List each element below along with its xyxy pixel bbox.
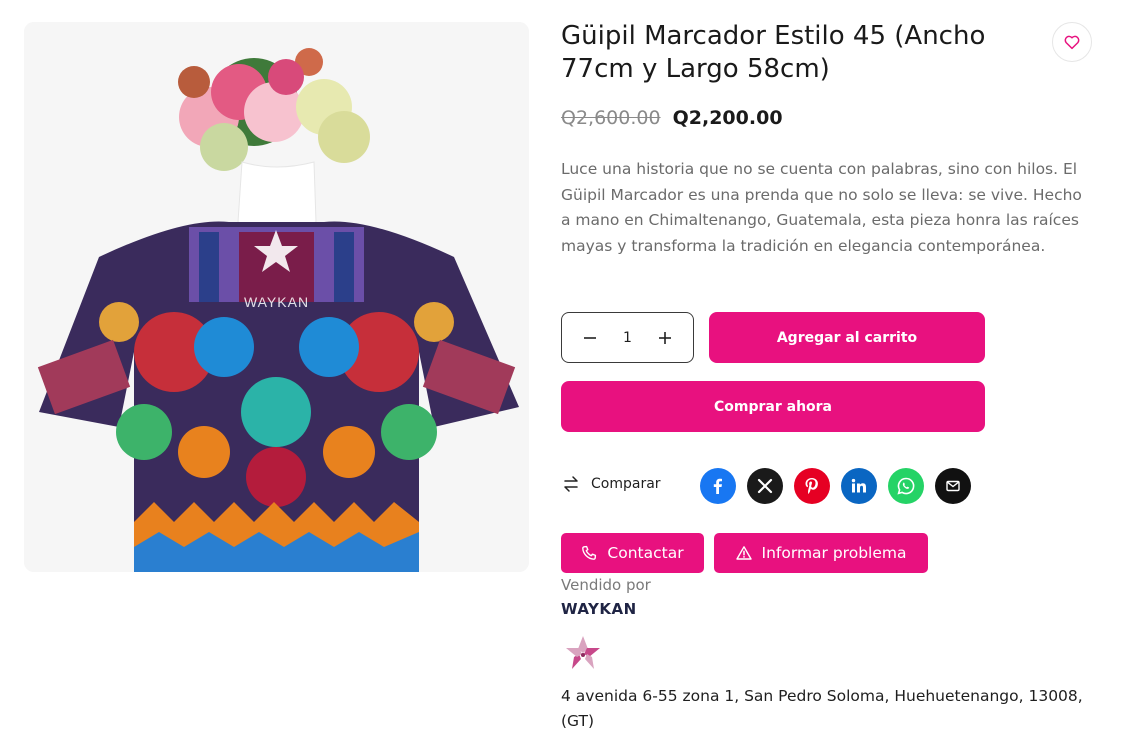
vendor-star-logo-icon (566, 636, 600, 669)
decrease-quantity-button[interactable] (580, 328, 600, 348)
increase-quantity-button[interactable] (655, 328, 675, 348)
compare-arrows-icon (564, 476, 578, 492)
share-buttons (700, 468, 971, 504)
image-watermark: WAYKAN (243, 294, 310, 310)
sold-by-label: Vendido por (561, 576, 651, 594)
report-problem-button[interactable]: Informar problema (714, 533, 928, 573)
share-email-button[interactable] (935, 468, 971, 504)
share-whatsapp-button[interactable] (888, 468, 924, 504)
minus-icon (583, 336, 596, 339)
contact-label: Contactar (607, 544, 684, 562)
pinterest-icon (805, 478, 818, 494)
whatsapp-icon (897, 477, 915, 495)
vendor-logo[interactable] (561, 632, 605, 680)
old-price: Q2,600.00 (561, 107, 661, 129)
product-image[interactable]: WAYKAN (24, 22, 529, 572)
warning-icon (735, 546, 752, 560)
compare-label: Comparar (591, 476, 661, 492)
current-price: Q2,200.00 (672, 107, 783, 129)
quantity-stepper: 1 (561, 312, 694, 363)
product-title: Güipil Marcador Estilo 45 (Ancho 77cm y … (561, 21, 986, 84)
vendor-address: 4 avenida 6-55 zona 1, San Pedro Soloma,… (561, 687, 1083, 730)
email-icon (946, 480, 960, 492)
add-to-cart-button[interactable]: Agregar al carrito (709, 312, 985, 363)
share-pinterest-button[interactable] (794, 468, 830, 504)
phone-icon (582, 545, 597, 560)
buy-now-button[interactable]: Comprar ahora (561, 381, 985, 432)
share-facebook-button[interactable] (700, 468, 736, 504)
price-block: Q2,600.00 Q2,200.00 (561, 107, 783, 129)
quantity-input[interactable]: 1 (618, 330, 638, 346)
plus-icon (659, 331, 672, 344)
linkedin-icon (851, 478, 866, 493)
compare-link[interactable]: Comparar (561, 474, 661, 494)
product-description: Luce una historia que no se cuenta con p… (561, 160, 1082, 255)
x-icon (757, 478, 773, 494)
report-problem-label: Informar problema (761, 544, 907, 562)
contact-button[interactable]: Contactar (561, 533, 704, 573)
wishlist-button[interactable] (1052, 22, 1092, 62)
facebook-icon (713, 478, 722, 494)
share-linkedin-button[interactable] (841, 468, 877, 504)
share-x-button[interactable] (747, 468, 783, 504)
vendor-name-link[interactable]: WAYKAN (561, 600, 637, 618)
heart-icon (1064, 35, 1080, 50)
